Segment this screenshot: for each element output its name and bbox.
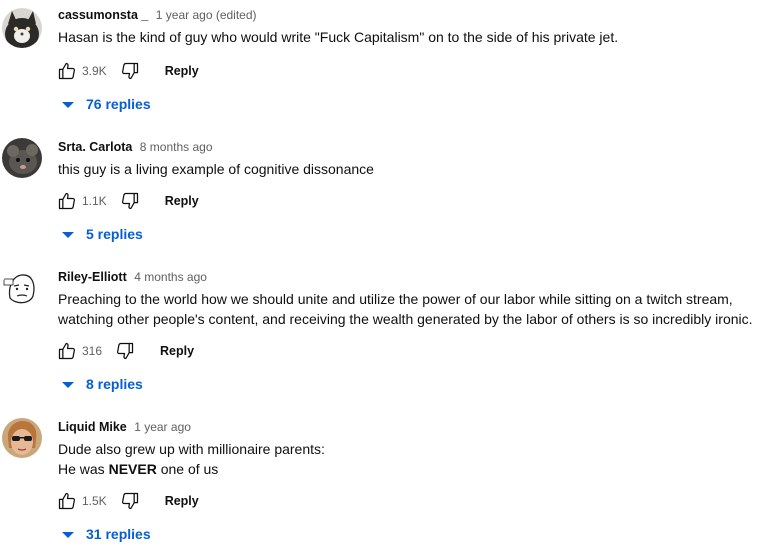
comment-toolbar: 3.9K Reply <box>56 60 199 82</box>
sketch-face-avatar-icon[interactable] <box>2 268 42 308</box>
comment-timestamp[interactable]: 8 months ago <box>140 140 213 154</box>
like-icon[interactable] <box>56 490 78 512</box>
comment-header: Liquid Mike 1 year ago <box>58 418 191 436</box>
like-icon[interactable] <box>56 60 78 82</box>
comment-timestamp[interactable]: 4 months ago <box>134 270 207 284</box>
dislike-icon[interactable] <box>119 190 141 212</box>
author-name[interactable]: Riley-Elliott <box>58 270 127 284</box>
like-count: 3.9K <box>82 64 107 78</box>
comment-text: Preaching to the world how we should uni… <box>58 289 758 329</box>
reply-button[interactable]: Reply <box>165 64 199 78</box>
comment-header: Riley-Elliott 4 months ago <box>58 268 207 286</box>
like-icon[interactable] <box>56 340 78 362</box>
sunglasses-man-avatar-icon[interactable] <box>2 418 42 458</box>
comment-timestamp[interactable]: 1 year ago <box>134 420 191 434</box>
caret-down-icon <box>62 382 74 388</box>
comment-text: this guy is a living example of cognitiv… <box>58 161 374 177</box>
rat-avatar-icon[interactable] <box>2 138 42 178</box>
comment-header: cassumonsta _ 1 year ago (edited) <box>58 6 257 24</box>
comment-text-line: watching other people's content, and rec… <box>58 311 753 327</box>
text-segment: He was <box>58 461 109 477</box>
text-segment: one of us <box>156 461 219 477</box>
caret-down-icon <box>62 232 74 238</box>
dislike-icon[interactable] <box>119 60 141 82</box>
replies-count-label: 8 replies <box>86 376 143 392</box>
like-icon[interactable] <box>56 190 78 212</box>
comment-text: Hasan is the kind of guy who would write… <box>58 29 619 45</box>
reply-button[interactable]: Reply <box>160 344 194 358</box>
comment-text: Dude also grew up with millionaire paren… <box>58 439 758 479</box>
author-name[interactable]: Liquid Mike <box>58 420 127 434</box>
comment-header: Srta. Carlota 8 months ago <box>58 138 213 156</box>
dislike-icon[interactable] <box>119 490 141 512</box>
comment-timestamp[interactable]: 1 year ago (edited) <box>156 8 257 22</box>
view-replies-button[interactable]: 5 replies <box>62 224 143 244</box>
caret-down-icon <box>62 532 74 538</box>
dislike-icon[interactable] <box>114 340 136 362</box>
comment-toolbar: 1.1K Reply <box>56 190 199 212</box>
comment-text-line: Preaching to the world how we should uni… <box>58 291 733 307</box>
replies-count-label: 5 replies <box>86 226 143 242</box>
caret-down-icon <box>62 102 74 108</box>
author-name[interactable]: cassumonsta _ <box>58 8 148 22</box>
comment-toolbar: 1.5K Reply <box>56 490 199 512</box>
view-replies-button[interactable]: 76 replies <box>62 94 151 114</box>
replies-count-label: 31 replies <box>86 526 151 542</box>
reply-button[interactable]: Reply <box>165 494 199 508</box>
comment-text-line: Dude also grew up with millionaire paren… <box>58 441 325 457</box>
view-replies-button[interactable]: 8 replies <box>62 374 143 394</box>
comment-text-line: He was NEVER one of us <box>58 459 758 479</box>
cat-avatar-icon[interactable] <box>2 8 42 48</box>
comment-toolbar: 316 Reply <box>56 340 194 362</box>
like-count: 1.1K <box>82 194 107 208</box>
view-replies-button[interactable]: 31 replies <box>62 524 151 544</box>
like-count: 316 <box>82 344 103 358</box>
author-name[interactable]: Srta. Carlota <box>58 140 132 154</box>
reply-button[interactable]: Reply <box>165 194 199 208</box>
replies-count-label: 76 replies <box>86 96 151 112</box>
bold-text-segment: NEVER <box>108 461 157 477</box>
like-count: 1.5K <box>82 494 107 508</box>
